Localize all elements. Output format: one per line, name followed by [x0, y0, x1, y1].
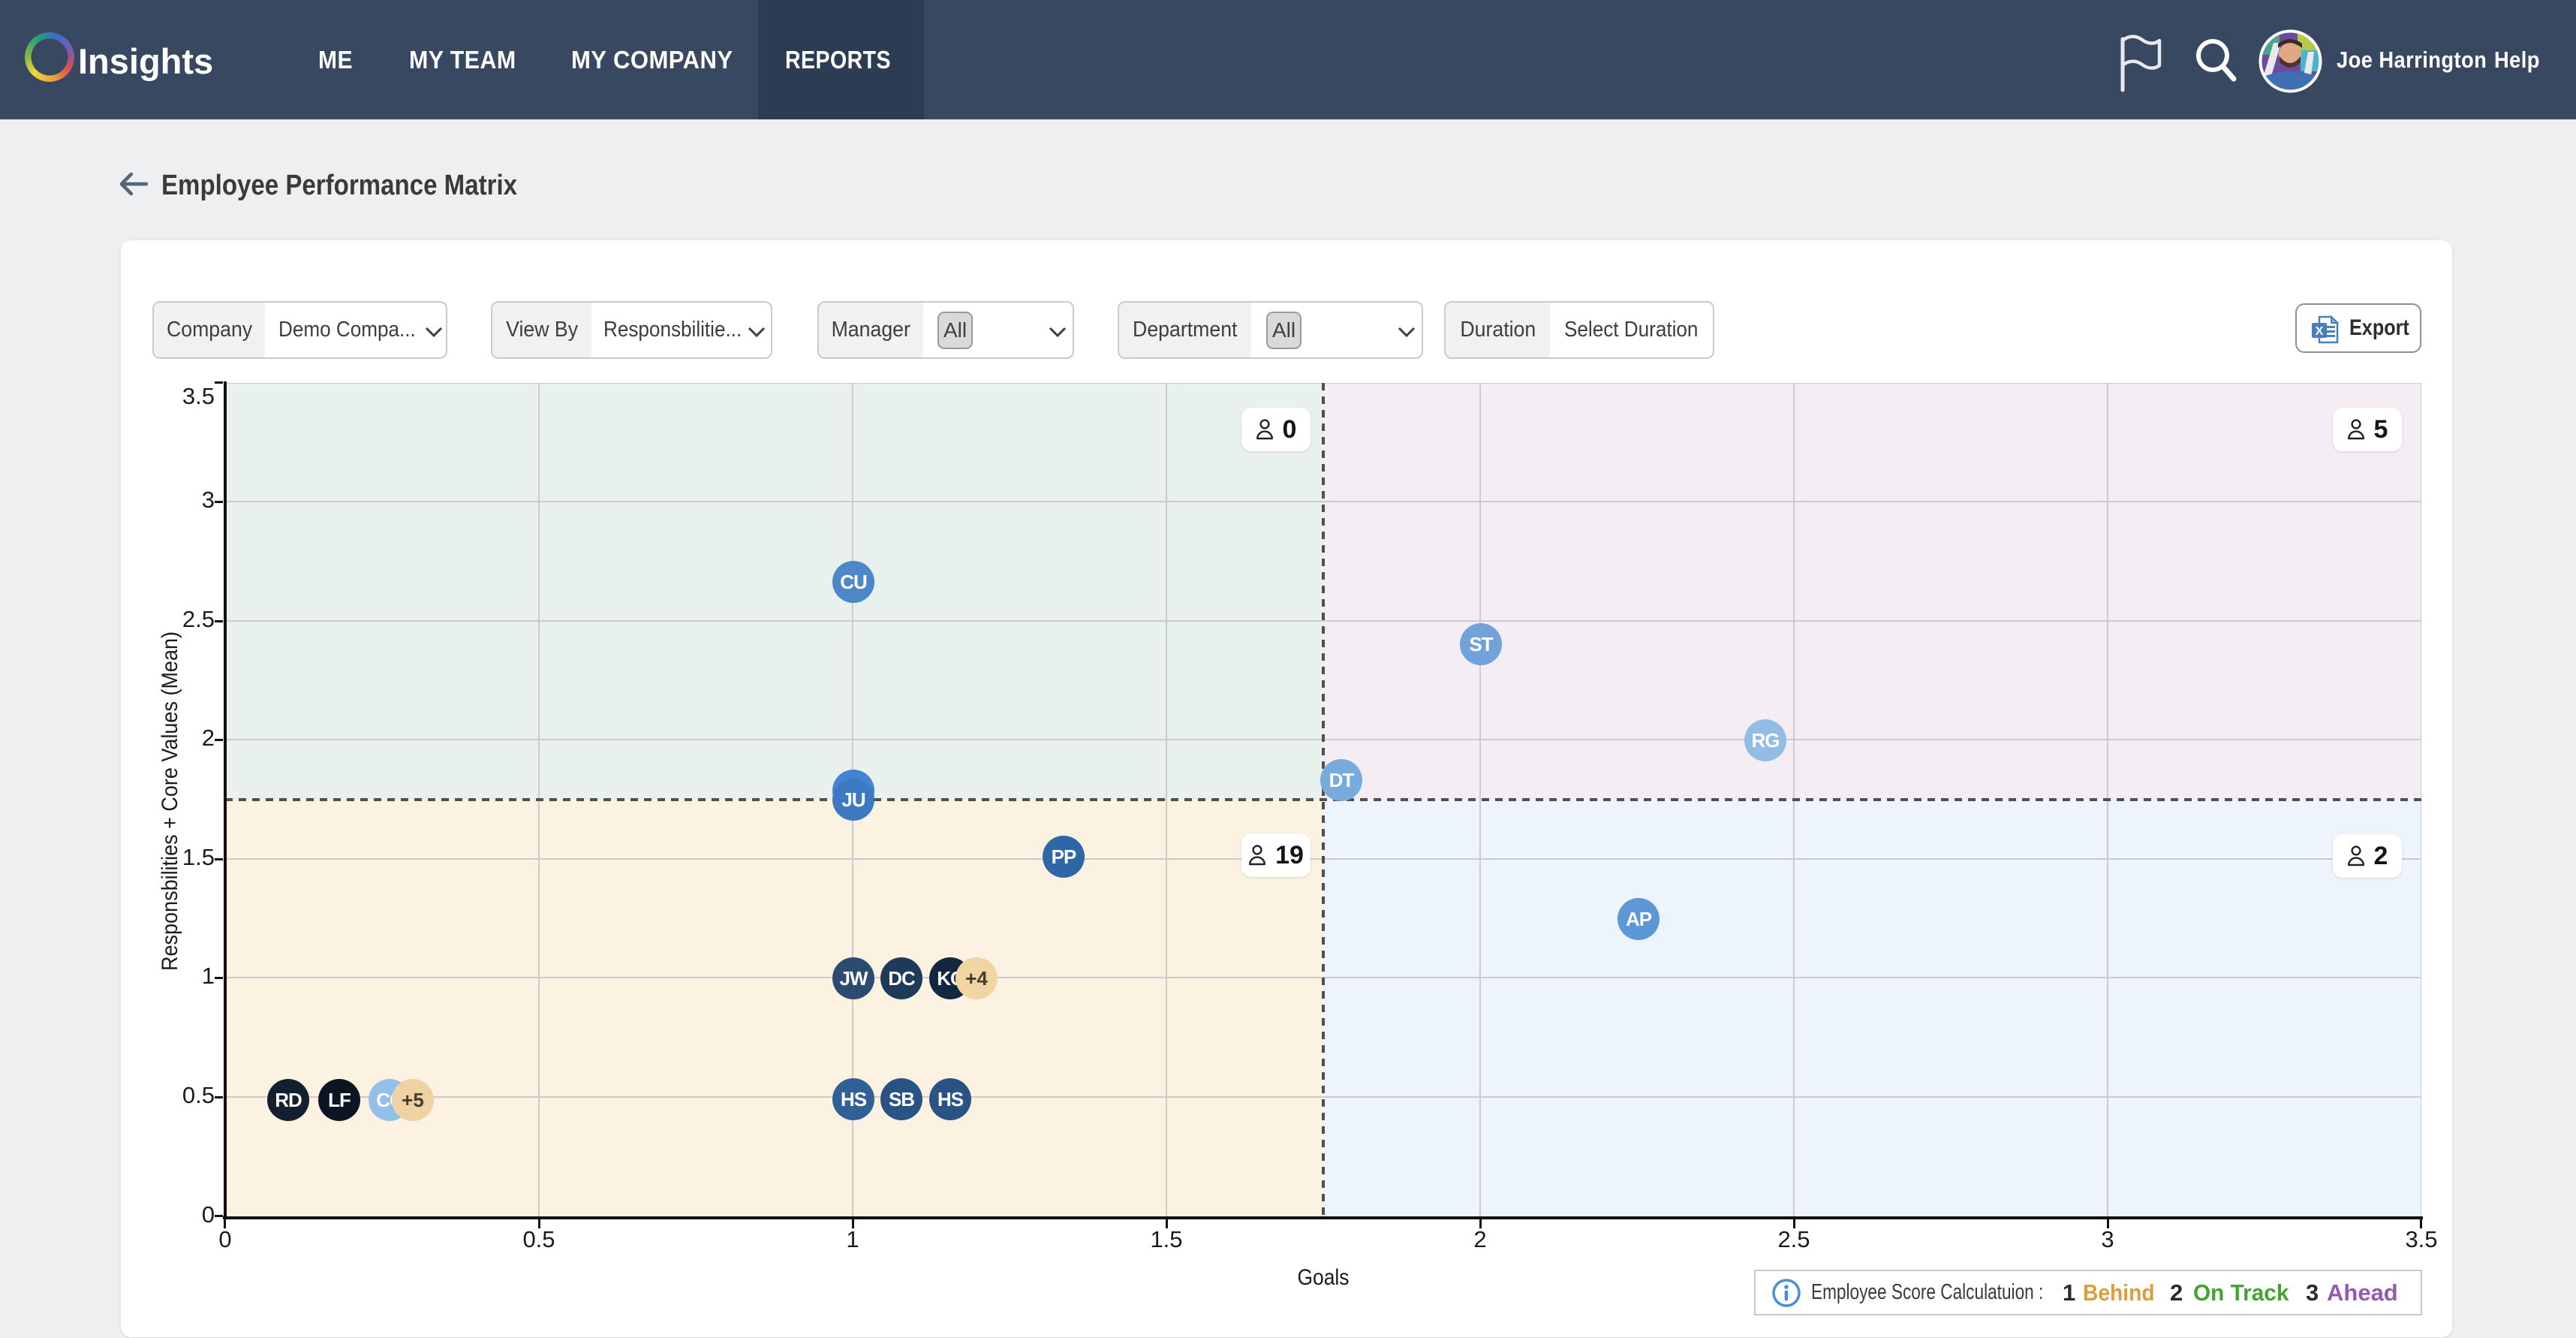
svg-text:X: X	[2316, 325, 2324, 338]
